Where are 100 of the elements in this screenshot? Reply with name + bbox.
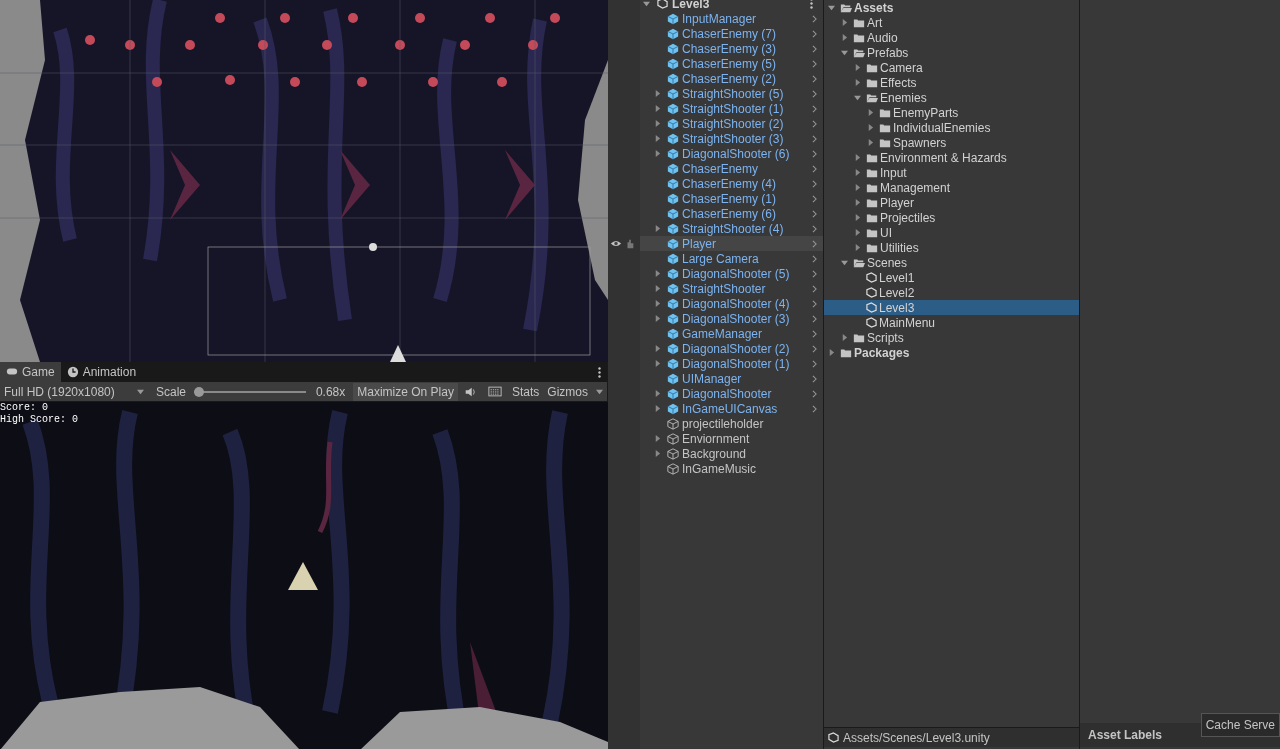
project-item[interactable]: Level1 bbox=[824, 270, 1079, 285]
hierarchy-row[interactable]: ChaserEnemy (7) bbox=[640, 26, 823, 41]
expand-arrow-icon[interactable] bbox=[854, 184, 861, 191]
cube-icon bbox=[667, 102, 679, 115]
hierarchy-row[interactable]: DiagonalShooter (5) bbox=[640, 266, 823, 281]
project-item[interactable]: Enemies bbox=[824, 90, 1079, 105]
hierarchy-row[interactable]: DiagonalShooter bbox=[640, 386, 823, 401]
expand-arrow-icon[interactable] bbox=[854, 229, 861, 236]
project-item[interactable]: Audio bbox=[824, 30, 1079, 45]
project-item[interactable]: Management bbox=[824, 180, 1079, 195]
project-item[interactable]: Packages bbox=[824, 345, 1079, 360]
project-item[interactable]: Prefabs bbox=[824, 45, 1079, 60]
expand-arrow-icon[interactable] bbox=[867, 124, 874, 131]
hierarchy-row[interactable]: StraightShooter (4) bbox=[640, 221, 823, 236]
hierarchy-row[interactable]: DiagonalShooter (4) bbox=[640, 296, 823, 311]
project-item[interactable]: Projectiles bbox=[824, 210, 1079, 225]
expand-arrow-icon[interactable] bbox=[654, 120, 661, 127]
expand-arrow-icon[interactable] bbox=[854, 214, 861, 221]
expand-arrow-icon[interactable] bbox=[654, 105, 661, 112]
project-item[interactable]: Effects bbox=[824, 75, 1079, 90]
project-item[interactable]: Player bbox=[824, 195, 1079, 210]
project-item[interactable]: Camera bbox=[824, 60, 1079, 75]
hierarchy-row[interactable]: StraightShooter (5) bbox=[640, 86, 823, 101]
hierarchy-row[interactable]: DiagonalShooter (2) bbox=[640, 341, 823, 356]
project-item[interactable]: Environment & Hazards bbox=[824, 150, 1079, 165]
expand-arrow-icon[interactable] bbox=[654, 450, 661, 457]
hierarchy-row[interactable]: InGameUICanvas bbox=[640, 401, 823, 416]
expand-arrow-icon[interactable] bbox=[654, 405, 661, 412]
project-item[interactable]: Spawners bbox=[824, 135, 1079, 150]
expand-arrow-icon[interactable] bbox=[841, 49, 848, 56]
hierarchy-row[interactable]: StraightShooter (1) bbox=[640, 101, 823, 116]
expand-arrow-icon[interactable] bbox=[828, 349, 835, 356]
project-item[interactable]: Utilities bbox=[824, 240, 1079, 255]
project-item[interactable]: IndividualEnemies bbox=[824, 120, 1079, 135]
hierarchy-row[interactable]: projectileholder bbox=[640, 416, 823, 431]
more-options-icon[interactable] bbox=[598, 367, 601, 378]
expand-arrow-icon[interactable] bbox=[654, 435, 661, 442]
expand-arrow-icon[interactable] bbox=[654, 90, 661, 97]
expand-arrow-icon[interactable] bbox=[654, 285, 661, 292]
scale-slider-thumb[interactable] bbox=[194, 386, 205, 397]
project-item[interactable]: EnemyParts bbox=[824, 105, 1079, 120]
expand-arrow-icon[interactable] bbox=[854, 64, 861, 71]
expand-arrow-icon[interactable] bbox=[654, 135, 661, 142]
project-item[interactable]: Level2 bbox=[824, 285, 1079, 300]
expand-arrow-icon[interactable] bbox=[867, 109, 874, 116]
cube-icon bbox=[667, 282, 679, 295]
expand-arrow-icon[interactable] bbox=[654, 390, 661, 397]
hierarchy-row[interactable]: DiagonalShooter (1) bbox=[640, 356, 823, 371]
hierarchy-row[interactable]: DiagonalShooter (3) bbox=[640, 311, 823, 326]
expand-arrow-icon[interactable] bbox=[841, 334, 848, 341]
hierarchy-row[interactable]: DiagonalShooter (6) bbox=[640, 146, 823, 161]
hierarchy-row[interactable]: ChaserEnemy (1) bbox=[640, 191, 823, 206]
expand-arrow-icon[interactable] bbox=[841, 19, 848, 26]
expand-arrow-icon[interactable] bbox=[854, 154, 861, 161]
tab[interactable]: Game bbox=[0, 362, 61, 382]
hierarchy-row[interactable]: InGameMusic bbox=[640, 461, 823, 476]
project-item[interactable]: Art bbox=[824, 15, 1079, 30]
hierarchy-row[interactable]: ChaserEnemy (3) bbox=[640, 41, 823, 56]
expand-arrow-icon[interactable] bbox=[854, 79, 861, 86]
hierarchy-row[interactable]: GameManager bbox=[640, 326, 823, 341]
expand-arrow-icon[interactable] bbox=[654, 315, 661, 322]
hierarchy-row[interactable]: InputManager bbox=[640, 11, 823, 26]
hierarchy-row[interactable]: Background bbox=[640, 446, 823, 461]
expand-arrow-icon[interactable] bbox=[854, 244, 861, 251]
project-item[interactable]: MainMenu bbox=[824, 315, 1079, 330]
expand-arrow-icon[interactable] bbox=[854, 94, 861, 101]
expand-arrow-icon[interactable] bbox=[654, 150, 661, 157]
hierarchy-row[interactable]: Enviornment bbox=[640, 431, 823, 446]
resolution-dropdown[interactable]: Full HD (1920x1080) bbox=[0, 382, 148, 401]
expand-arrow-icon[interactable] bbox=[654, 360, 661, 367]
hierarchy-row[interactable]: StraightShooter bbox=[640, 281, 823, 296]
project-item[interactable]: Scripts bbox=[824, 330, 1079, 345]
expand-arrow-icon[interactable] bbox=[841, 259, 848, 266]
expand-arrow-icon[interactable] bbox=[828, 4, 835, 11]
expand-arrow-icon[interactable] bbox=[654, 225, 661, 232]
expand-arrow-icon[interactable] bbox=[854, 199, 861, 206]
expand-arrow-icon[interactable] bbox=[654, 345, 661, 352]
stats-button[interactable]: Stats bbox=[507, 382, 544, 401]
gizmos-button[interactable]: Gizmos bbox=[543, 382, 607, 401]
expand-arrow-icon[interactable] bbox=[841, 34, 848, 41]
hierarchy-row[interactable]: ChaserEnemy (5) bbox=[640, 56, 823, 71]
hierarchy-row[interactable]: StraightShooter (2) bbox=[640, 116, 823, 131]
expand-arrow-icon[interactable] bbox=[643, 0, 650, 7]
project-item[interactable]: Assets bbox=[824, 0, 1079, 15]
maximize-on-play-button[interactable]: Maximize On Play bbox=[353, 382, 458, 401]
expand-arrow-icon[interactable] bbox=[654, 270, 661, 277]
hierarchy-row[interactable]: ChaserEnemy bbox=[640, 161, 823, 176]
expand-arrow-icon[interactable] bbox=[854, 169, 861, 176]
project-item[interactable]: Input bbox=[824, 165, 1079, 180]
project-item[interactable]: Scenes bbox=[824, 255, 1079, 270]
hierarchy-row[interactable]: ChaserEnemy (4) bbox=[640, 176, 823, 191]
hierarchy-row[interactable]: UIManager bbox=[640, 371, 823, 386]
hierarchy-row[interactable]: StraightShooter (3) bbox=[640, 131, 823, 146]
hierarchy-row[interactable]: Large Camera bbox=[640, 251, 823, 266]
project-item[interactable]: Level3 bbox=[824, 300, 1079, 315]
hierarchy-row[interactable]: ChaserEnemy (2) bbox=[640, 71, 823, 86]
expand-arrow-icon[interactable] bbox=[867, 139, 874, 146]
hierarchy-row[interactable]: ChaserEnemy (6) bbox=[640, 206, 823, 221]
project-item[interactable]: UI bbox=[824, 225, 1079, 240]
expand-arrow-icon[interactable] bbox=[654, 300, 661, 307]
